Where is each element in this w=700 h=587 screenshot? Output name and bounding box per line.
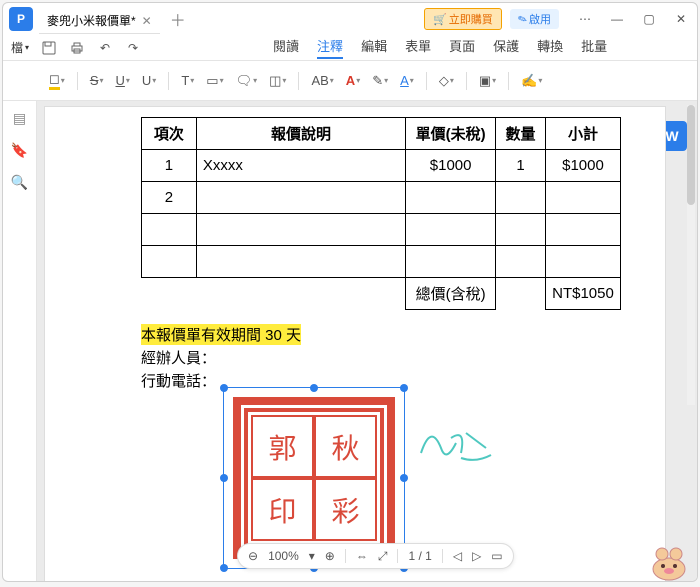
shapes-tool[interactable]: ◫▾ bbox=[265, 71, 290, 91]
tab-edit[interactable]: 編輯 bbox=[361, 36, 387, 59]
note-tool[interactable]: 🗨▾ bbox=[232, 71, 262, 91]
titlebar: P 麥兜小米報價單* ✕ ＋ 🛒 立即購買 ✎ 啟用 ⋯ — ▢ ✕ bbox=[3, 3, 697, 35]
left-sidebar: ▤ 🔖 🔍 bbox=[3, 101, 37, 581]
menubar: 檔▾ ↶ ↷ 閱讀 注釋 編輯 表單 頁面 保護 轉換 批量 bbox=[3, 35, 697, 61]
resize-handle[interactable] bbox=[400, 384, 408, 392]
file-menu[interactable]: 檔▾ bbox=[11, 39, 29, 56]
tab-batch[interactable]: 批量 bbox=[581, 36, 607, 59]
th-sub: 小計 bbox=[545, 118, 620, 150]
resize-handle[interactable] bbox=[220, 474, 228, 482]
signature-tool[interactable]: ✍▾ bbox=[517, 71, 546, 91]
resize-handle[interactable] bbox=[220, 384, 228, 392]
tab-form[interactable]: 表單 bbox=[405, 36, 431, 59]
maximize-button[interactable]: ▢ bbox=[633, 3, 665, 35]
page: 項次 報價說明 單價(未稅) 數量 小計 1Xxxxx$10001$1000 2… bbox=[45, 107, 665, 581]
activate-label: 啟用 bbox=[529, 11, 551, 27]
zoom-value[interactable]: 100% bbox=[268, 549, 299, 563]
tab-title: 麥兜小米報價單* bbox=[47, 12, 136, 29]
ribbon-tabs: 閱讀 注釋 編輯 表單 頁面 保護 轉換 批量 bbox=[273, 36, 607, 59]
table-total-row: 總價(含稅) NT$1050 bbox=[142, 278, 621, 310]
buy-label: 立即購買 bbox=[449, 11, 493, 27]
fit-width-icon[interactable]: ⇔ bbox=[356, 549, 368, 563]
th-price: 單價(未稅) bbox=[406, 118, 496, 150]
document-viewport[interactable]: W 項次 報價說明 單價(未稅) 數量 小計 1Xxxxx$10001$1000… bbox=[37, 101, 697, 581]
table-row: 1Xxxxx$10001$1000 bbox=[142, 150, 621, 182]
signature-mark bbox=[411, 413, 501, 473]
total-label: 總價(含稅) bbox=[406, 278, 496, 310]
th-qty: 數量 bbox=[496, 118, 546, 150]
more-button[interactable]: ⋯ bbox=[569, 3, 601, 35]
close-tab-icon[interactable]: ✕ bbox=[142, 14, 152, 28]
page-indicator[interactable]: 1 / 1 bbox=[408, 549, 431, 563]
table-row bbox=[142, 214, 621, 246]
mascot-icon bbox=[644, 541, 694, 581]
quote-table: 項次 報價說明 單價(未稅) 數量 小計 1Xxxxx$10001$1000 2… bbox=[141, 117, 621, 310]
minimize-button[interactable]: — bbox=[601, 3, 633, 35]
bookmark-icon[interactable]: 🔖 bbox=[11, 141, 29, 159]
table-row: 2 bbox=[142, 182, 621, 214]
save-icon[interactable] bbox=[41, 40, 57, 56]
print-icon[interactable] bbox=[69, 40, 85, 56]
th-no: 項次 bbox=[142, 118, 197, 150]
status-bar: ⊖ 100% ▾ ⊕ ⇔ ⤢ 1 / 1 ◁ ▷ ▭ bbox=[237, 543, 514, 569]
prev-page-icon[interactable]: ◁ bbox=[453, 549, 462, 563]
app-icon: P bbox=[9, 7, 33, 31]
strike-tool[interactable]: S▾ bbox=[86, 71, 108, 90]
undo-icon[interactable]: ↶ bbox=[97, 40, 113, 56]
resize-handle[interactable] bbox=[220, 564, 228, 572]
pencil-tool[interactable]: ✎▾ bbox=[368, 71, 392, 91]
staff-label: 經辦人員： bbox=[141, 347, 647, 368]
stamp-tool[interactable]: ▣▾ bbox=[475, 71, 500, 91]
th-desc: 報價說明 bbox=[196, 118, 405, 150]
eraser-tool[interactable]: ◇▾ bbox=[435, 71, 458, 91]
next-page-icon[interactable]: ▷ bbox=[472, 549, 481, 563]
tab-protect[interactable]: 保護 bbox=[493, 36, 519, 59]
wavy-underline-tool[interactable]: U▾ bbox=[138, 71, 160, 90]
close-window-button[interactable]: ✕ bbox=[665, 3, 697, 35]
scrollbar[interactable] bbox=[687, 105, 695, 405]
text-tool[interactable]: T▾ bbox=[177, 71, 198, 90]
highlight-tool[interactable]: ◻▾ bbox=[45, 69, 69, 92]
underline-tool[interactable]: U▾ bbox=[112, 71, 134, 90]
buy-button[interactable]: 🛒 立即購買 bbox=[424, 8, 502, 30]
tab-page[interactable]: 頁面 bbox=[449, 36, 475, 59]
tab-read[interactable]: 閱讀 bbox=[273, 36, 299, 59]
link-tool[interactable]: A▾ bbox=[396, 71, 418, 90]
view-mode-icon[interactable]: ▭ bbox=[491, 549, 502, 563]
total-value: NT$1050 bbox=[545, 278, 620, 310]
fit-page-icon[interactable]: ⤢ bbox=[378, 549, 388, 564]
tab-convert[interactable]: 轉換 bbox=[537, 36, 563, 59]
zoom-out-icon[interactable]: ⊖ bbox=[248, 549, 258, 563]
activate-button[interactable]: ✎ 啟用 bbox=[510, 9, 559, 29]
search-icon[interactable]: 🔍 bbox=[11, 173, 29, 191]
zoom-in-icon[interactable]: ⊕ bbox=[325, 549, 335, 563]
table-row bbox=[142, 246, 621, 278]
text-red-tool[interactable]: A▾ bbox=[342, 71, 364, 90]
resize-handle[interactable] bbox=[400, 474, 408, 482]
validity-text: 本報價單有效期間 30 天 bbox=[141, 324, 301, 345]
font-color-tool[interactable]: AB▾ bbox=[307, 71, 337, 90]
resize-handle[interactable] bbox=[310, 384, 318, 392]
annotate-toolbar: ◻▾ S▾ U▾ U▾ T▾ ▭▾ 🗨▾ ◫▾ AB▾ A▾ ✎▾ A▾ ◇▾ … bbox=[3, 61, 697, 101]
outline-icon[interactable]: ▤ bbox=[11, 109, 29, 127]
tab-annotate[interactable]: 注釋 bbox=[317, 36, 343, 59]
redo-icon[interactable]: ↷ bbox=[125, 40, 141, 56]
textbox-tool[interactable]: ▭▾ bbox=[202, 71, 227, 91]
new-tab-button[interactable]: ＋ bbox=[164, 7, 192, 31]
seal-stamp[interactable]: 郭秋印彩 bbox=[233, 397, 395, 559]
document-tab[interactable]: 麥兜小米報價單* ✕ bbox=[39, 8, 160, 34]
